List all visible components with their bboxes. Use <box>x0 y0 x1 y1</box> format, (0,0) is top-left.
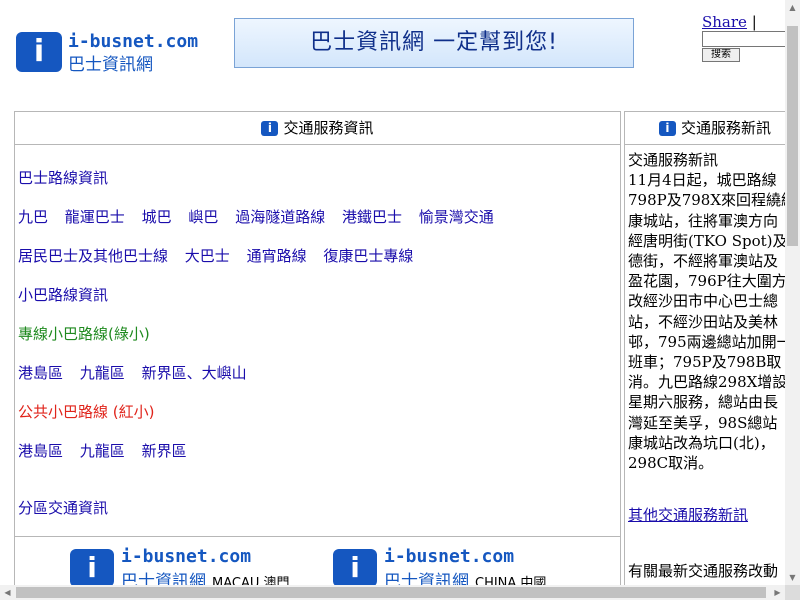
scroll-up-arrow-icon[interactable]: ▲ <box>785 0 800 15</box>
link-green-kowloon[interactable]: 九龍區 <box>80 364 125 382</box>
link-discovery-bay[interactable]: 愉景灣交通 <box>419 208 494 226</box>
vertical-scrollbar[interactable]: ▲ ▼ <box>785 0 800 585</box>
bus-route-info-link[interactable]: 巴士路線資訊 <box>18 169 108 187</box>
search-input[interactable] <box>702 31 794 47</box>
red-minibus-heading: 公共小巴路線 (紅小) <box>18 403 155 421</box>
news-line: 盈花園，796P往大圍方 <box>628 272 787 291</box>
green-minibus-heading: 專線小巴路線(綠小) <box>18 325 150 343</box>
logo-domain-text: i-busnet.com <box>68 31 199 52</box>
vertical-scroll-thumb[interactable] <box>787 26 798 246</box>
news-line: 經唐明街(TKO Spot)及 <box>628 231 788 250</box>
macau-logo[interactable]: i i-busnet.com 巴士資訊網 MACAU 澳門 <box>70 545 330 592</box>
news-line: 798P及798X來回程繞經 <box>628 191 797 210</box>
news-line: 站，不經沙田站及美林 <box>628 312 779 331</box>
news-line: 灣延至美孚，98S總站 <box>628 413 778 432</box>
horizontal-scroll-thumb[interactable] <box>16 587 766 598</box>
link-overnight[interactable]: 通宵路線 <box>247 247 307 265</box>
link-cross-harbour[interactable]: 過海隧道路線 <box>235 208 325 226</box>
site-logo[interactable]: i i-busnet.com 巴士資訊網 <box>16 30 231 75</box>
share-link[interactable]: Share <box>702 13 747 31</box>
logo-i-icon: i <box>16 32 62 72</box>
china-logo-domain: i-busnet.com <box>384 546 515 567</box>
transport-info-panel: i 交通服務資訊 巴士路線資訊 九巴 龍運巴士 城巴 嶼巴 過海隧道路線 港鐵巴士… <box>14 111 621 593</box>
china-logo[interactable]: i i-busnet.com 巴士資訊網 CHINA 中國 <box>333 545 593 592</box>
link-citybus[interactable]: 城巴 <box>142 208 172 226</box>
logo-name-text: 巴士資訊網 <box>68 55 153 75</box>
link-long-win[interactable]: 龍運巴士 <box>65 208 125 226</box>
search-button[interactable]: 搜索 <box>702 48 740 62</box>
bus-operators-row-1: 九巴 龍運巴士 城巴 嶼巴 過海隧道路線 港鐵巴士 愉景灣交通 <box>18 206 506 227</box>
link-red-nt[interactable]: 新界區 <box>142 442 187 460</box>
news-line: 德街，不經將軍澳站及 <box>628 252 779 271</box>
link-big-bus[interactable]: 大巴士 <box>185 247 230 265</box>
scroll-right-arrow-icon[interactable]: ▶ <box>770 585 785 600</box>
link-mtr-bus[interactable]: 港鐵巴士 <box>342 208 402 226</box>
share-separator: | <box>751 13 757 31</box>
scroll-down-arrow-icon[interactable]: ▼ <box>785 570 800 585</box>
news-line: 改經沙田市中心巴士總 <box>628 292 779 311</box>
link-green-nt-lantau[interactable]: 新界區、大嶼山 <box>142 364 247 382</box>
district-info-link[interactable]: 分區交通資訊 <box>18 499 108 517</box>
news-line: 消。九巴路線298X增設 <box>628 373 788 392</box>
macau-logo-domain: i-busnet.com <box>121 546 252 567</box>
link-nlb[interactable]: 嶼巴 <box>188 208 218 226</box>
side-panel-header: i 交通服務新訊 <box>625 112 800 145</box>
news-line: 康城站改為坑口(北)， <box>628 433 775 452</box>
link-kmb[interactable]: 九巴 <box>18 208 48 226</box>
info-icon: i <box>658 121 676 136</box>
more-news: 其他交通服務新訊 <box>628 504 748 525</box>
scrollbar-corner <box>785 585 800 600</box>
news-line: 298C取消。 <box>628 454 714 473</box>
news-line: 交通服務新訊 <box>628 151 719 169</box>
news-line: 星期六服務，總站由長 <box>628 393 779 412</box>
link-rehab-bus[interactable]: 復康巴士專線 <box>323 247 413 265</box>
link-residents-bus[interactable]: 居民巴士及其他巴士線 <box>18 247 168 265</box>
side-panel-title: 交通服務新訊 <box>680 119 771 137</box>
china-logo-i-icon: i <box>333 549 377 587</box>
news-line: 康城站，往將軍澳方向 <box>628 211 779 230</box>
news-line: 11月4日起，城巴路線 <box>628 171 777 190</box>
bus-route-heading: 巴士路線資訊 <box>18 167 120 188</box>
news-text: 交通服務新訊 11月4日起，城巴路線 798P及798X來回程繞經 康城站，往將… <box>628 150 800 473</box>
info-icon: i <box>261 121 279 136</box>
minibus-info-link[interactable]: 小巴路線資訊 <box>18 286 108 304</box>
red-minibus-districts: 港島區 九龍區 新界區 <box>18 440 199 461</box>
district-heading: 分區交通資訊 <box>18 497 120 518</box>
horizontal-scrollbar[interactable]: ◀ ▶ <box>0 585 785 600</box>
macau-logo-i-icon: i <box>70 549 114 587</box>
more-news-link[interactable]: 其他交通服務新訊 <box>628 506 748 524</box>
scroll-left-arrow-icon[interactable]: ◀ <box>0 585 15 600</box>
news-line: 班車；795P及798B取 <box>628 353 782 372</box>
latest-changes-text: 有關最新交通服務改動 <box>628 562 779 580</box>
panel-header: i 交通服務資訊 <box>15 112 620 145</box>
link-green-hk-island[interactable]: 港島區 <box>18 364 63 382</box>
link-red-hk-island[interactable]: 港島區 <box>18 442 63 460</box>
link-red-kowloon[interactable]: 九龍區 <box>80 442 125 460</box>
news-line: 邨，795兩邊總站加開一 <box>628 332 792 351</box>
bus-operators-row-2: 居民巴士及其他巴士線 大巴士 通宵路線 復康巴士專線 <box>18 245 425 266</box>
share-area: Share | <box>702 13 757 31</box>
header-banner[interactable]: 巴士資訊網 一定幫到您! <box>234 18 634 68</box>
transport-news-panel: i 交通服務新訊 交通服務新訊 11月4日起，城巴路線 798P及798X來回程繞… <box>624 111 800 593</box>
minibus-heading: 小巴路線資訊 <box>18 284 120 305</box>
panel-title: 交通服務資訊 <box>283 119 374 137</box>
green-minibus-districts: 港島區 九龍區 新界區、大嶼山 <box>18 362 259 383</box>
